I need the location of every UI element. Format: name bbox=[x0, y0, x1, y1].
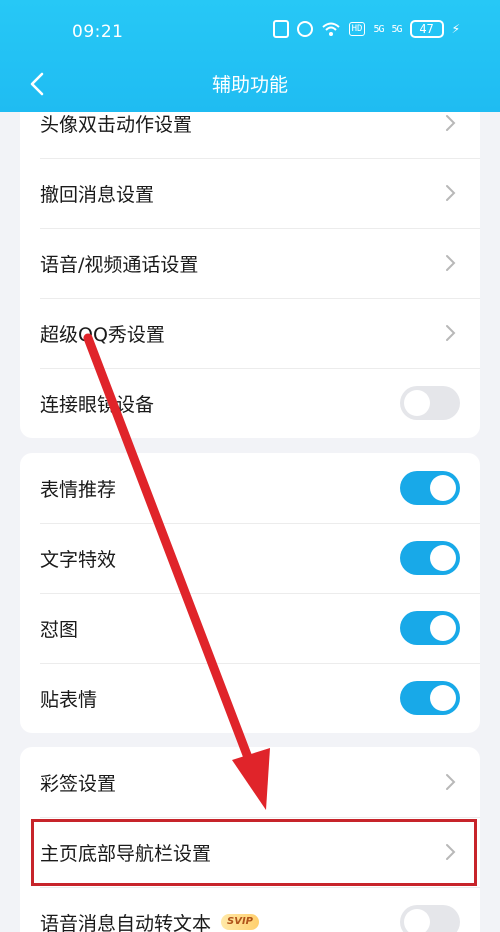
settings-item-label: 语音消息自动转文本 bbox=[40, 912, 212, 932]
settings-item-voice-video-call[interactable]: 语音/视频通话设置 bbox=[20, 228, 480, 298]
settings-item-label: 贴表情 bbox=[40, 688, 98, 711]
paste-sticker-toggle[interactable] bbox=[400, 681, 460, 715]
settings-item-text-effects: 文字特效 bbox=[20, 523, 480, 593]
settings-item-paste-sticker: 贴表情 bbox=[20, 663, 480, 733]
signal-icon-2: 5G bbox=[391, 23, 403, 35]
meme-reply-toggle[interactable] bbox=[400, 611, 460, 645]
wifi-icon bbox=[321, 21, 341, 37]
hd-badge: HD bbox=[348, 22, 366, 36]
chevron-right-icon bbox=[444, 773, 456, 791]
voice-to-text-toggle[interactable] bbox=[400, 905, 460, 932]
signal-icon: 5G bbox=[373, 23, 384, 35]
settings-item-voice-to-text: 语音消息自动转文本 SVIP bbox=[20, 887, 480, 932]
chevron-right-icon bbox=[444, 184, 456, 202]
settings-item-connect-glasses: 连接眼镜设备 bbox=[20, 368, 480, 438]
chevron-right-icon bbox=[444, 324, 456, 342]
nav-bar: 辅助功能 bbox=[0, 64, 500, 112]
settings-group-2: 表情推荐 文字特效 怼图 贴表情 bbox=[20, 453, 480, 733]
settings-group-3: 彩签设置 主页底部导航栏设置 语音消息自动转文本 SVIP bbox=[20, 747, 480, 932]
alarm-icon bbox=[296, 21, 313, 37]
settings-item-bottom-nav-bar[interactable]: 主页底部导航栏设置 bbox=[20, 817, 480, 887]
sticker-suggest-toggle[interactable] bbox=[400, 471, 460, 505]
charging-icon: ⚡ bbox=[451, 21, 460, 37]
status-time: 09:21 bbox=[72, 22, 124, 42]
text-effects-toggle[interactable] bbox=[400, 541, 460, 575]
settings-item-super-qq-show[interactable]: 超级QQ秀设置 bbox=[20, 298, 480, 368]
settings-item-label: 怼图 bbox=[40, 618, 79, 641]
settings-item-label: 连接眼镜设备 bbox=[40, 393, 155, 416]
status-icons: HD 5G 5G 47 ⚡ bbox=[272, 20, 460, 38]
settings-item-sticker-suggest: 表情推荐 bbox=[20, 453, 480, 523]
settings-item-color-tag[interactable]: 彩签设置 bbox=[20, 747, 480, 817]
settings-item-label: 超级QQ秀设置 bbox=[40, 323, 165, 346]
settings-item-label: 主页底部导航栏设置 bbox=[40, 842, 212, 865]
settings-item-label: 头像双击动作设置 bbox=[40, 113, 193, 136]
settings-item-recall-message[interactable]: 撤回消息设置 bbox=[20, 158, 480, 228]
settings-item-label: 撤回消息设置 bbox=[40, 183, 155, 206]
toggle-knob bbox=[430, 615, 456, 641]
chevron-right-icon bbox=[444, 114, 456, 132]
settings-item-label: 彩签设置 bbox=[40, 772, 117, 795]
settings-item-label: 语音/视频通话设置 bbox=[40, 253, 199, 276]
settings-item-label: 文字特效 bbox=[40, 548, 117, 571]
chevron-right-icon bbox=[444, 254, 456, 272]
svip-badge: SVIP bbox=[221, 914, 260, 930]
toggle-knob bbox=[404, 909, 430, 932]
battery-icon: 47 bbox=[409, 20, 444, 38]
nfc-icon bbox=[272, 20, 289, 38]
chevron-right-icon bbox=[444, 843, 456, 861]
settings-item-meme-reply: 怼图 bbox=[20, 593, 480, 663]
toggle-knob bbox=[430, 475, 456, 501]
page-title: 辅助功能 bbox=[211, 74, 288, 96]
connect-glasses-toggle[interactable] bbox=[400, 386, 460, 420]
top-bar: 09:21 HD 5G 5G 47 ⚡ 辅助功能 bbox=[0, 0, 500, 112]
toggle-knob bbox=[404, 390, 430, 416]
status-bar: 09:21 HD 5G 5G 47 ⚡ bbox=[0, 0, 500, 64]
settings-group-1: 头像双击动作设置 撤回消息设置 语音/视频通话设置 超级QQ秀设置 连接眼镜设备 bbox=[20, 88, 480, 438]
settings-item-label: 表情推荐 bbox=[40, 478, 117, 501]
toggle-knob bbox=[430, 685, 456, 711]
toggle-knob bbox=[430, 545, 456, 571]
